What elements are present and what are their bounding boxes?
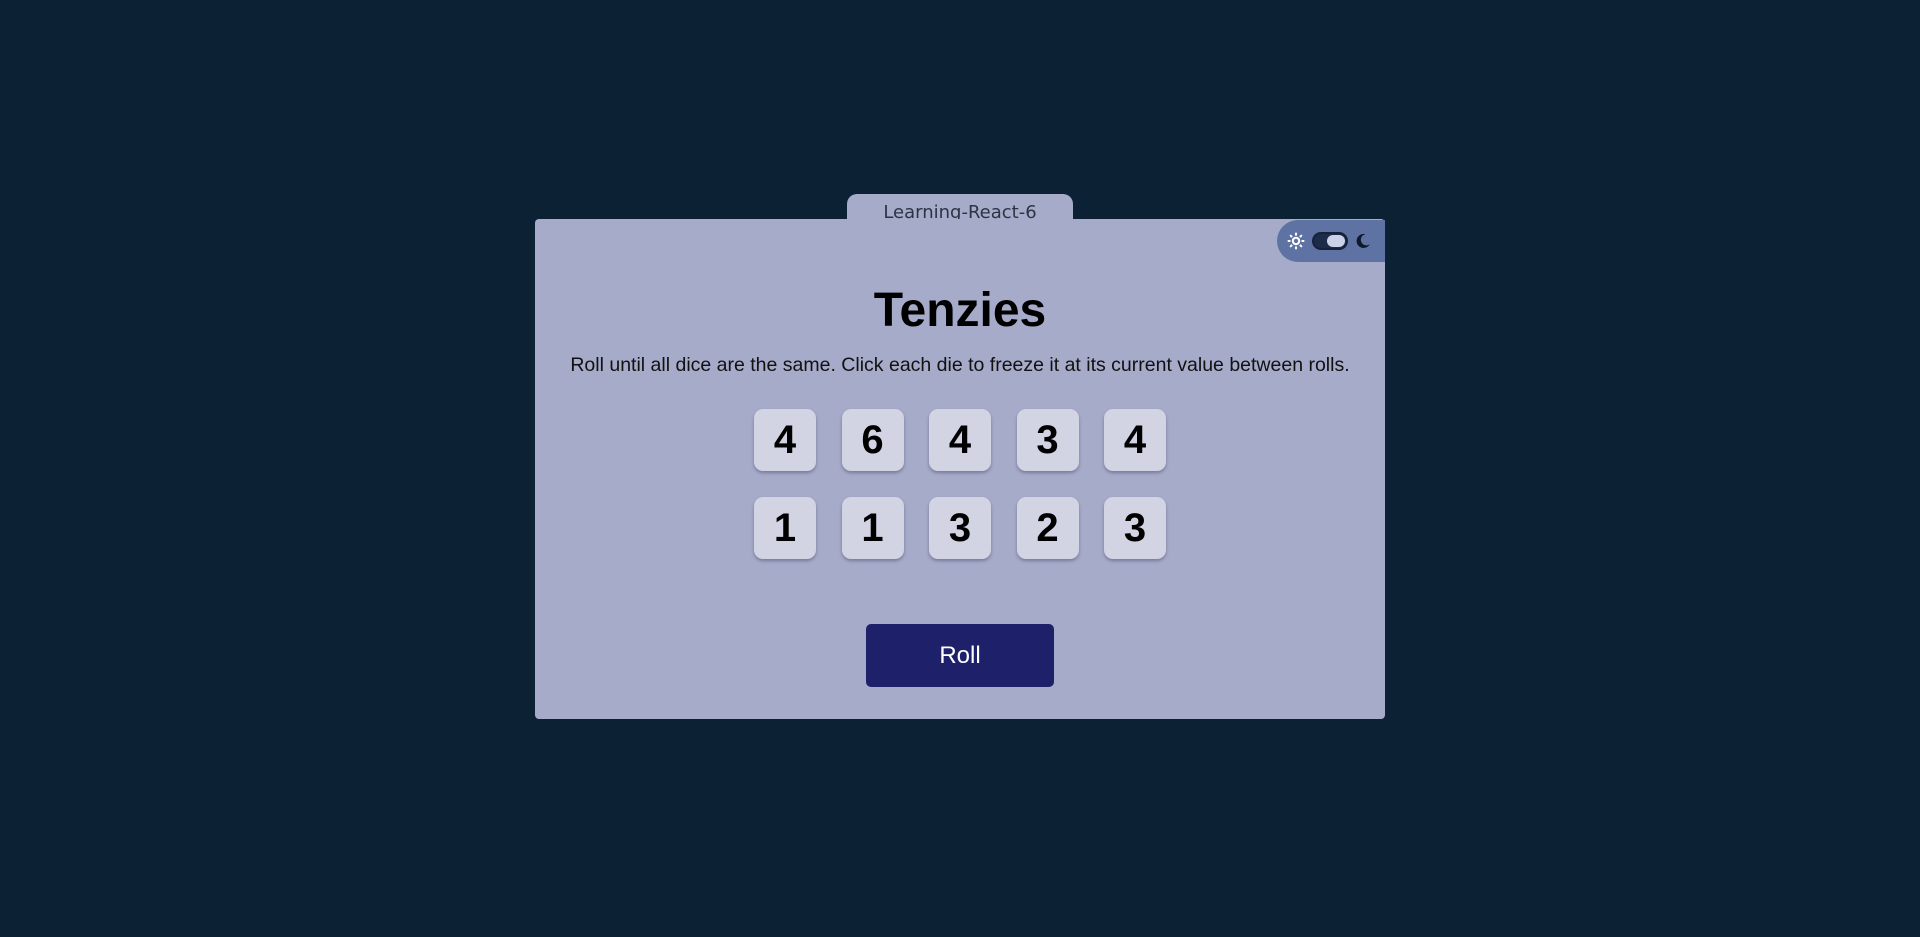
game-card: Tenzies Roll until all dice are the same… bbox=[535, 219, 1385, 719]
dice-grid: 4 6 4 3 4 1 1 3 2 3 bbox=[754, 409, 1166, 559]
sun-icon bbox=[1287, 232, 1305, 250]
die[interactable]: 3 bbox=[929, 497, 991, 559]
die[interactable]: 1 bbox=[841, 497, 904, 559]
game-instructions: Roll until all dice are the same. Click … bbox=[570, 354, 1350, 376]
die[interactable]: 1 bbox=[754, 497, 816, 559]
game-title: Tenzies bbox=[873, 284, 1047, 337]
die[interactable]: 6 bbox=[841, 409, 904, 471]
die[interactable]: 2 bbox=[1016, 497, 1079, 559]
die[interactable]: 4 bbox=[1104, 409, 1166, 471]
moon-icon bbox=[1355, 233, 1371, 249]
die[interactable]: 3 bbox=[1104, 497, 1166, 559]
theme-switch-knob bbox=[1327, 235, 1345, 247]
die[interactable]: 4 bbox=[929, 409, 991, 471]
page: Learning-React-6 Tenzies Roll until all … bbox=[0, 0, 1920, 937]
roll-button[interactable]: Roll bbox=[866, 624, 1054, 687]
theme-switch[interactable] bbox=[1312, 232, 1348, 250]
die[interactable]: 3 bbox=[1016, 409, 1079, 471]
theme-toggle[interactable] bbox=[1277, 220, 1385, 262]
die[interactable]: 4 bbox=[754, 409, 816, 471]
